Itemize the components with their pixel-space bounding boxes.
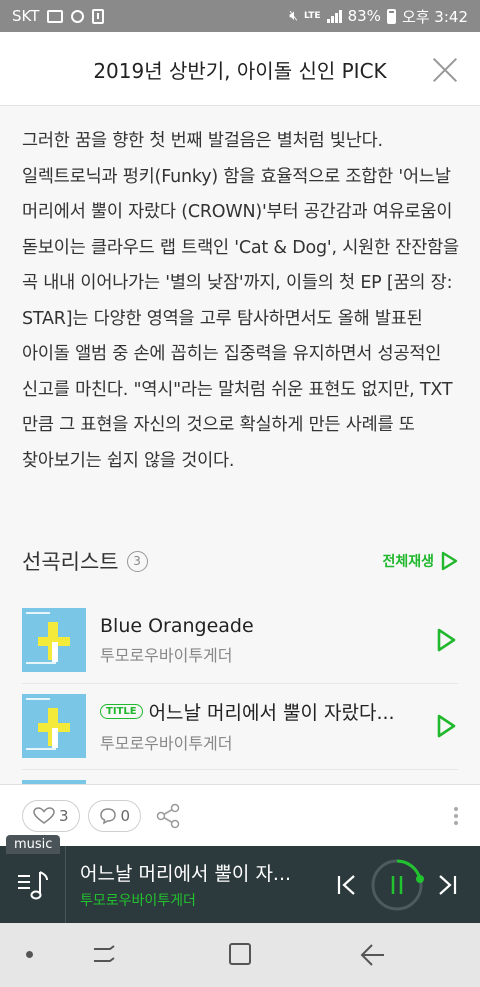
track-row[interactable]: Blue Orangeade 투모로우바이투게더 bbox=[22, 600, 458, 680]
track-title: TITLE 어느날 머리에서 뿔이 자랐다... bbox=[100, 698, 424, 725]
play-icon[interactable] bbox=[434, 713, 458, 739]
recent-apps-icon[interactable] bbox=[88, 941, 120, 969]
alert-icon bbox=[92, 8, 105, 24]
action-bar: 3 0 bbox=[0, 784, 480, 846]
comment-icon bbox=[99, 807, 116, 824]
comment-count: 0 bbox=[120, 806, 131, 825]
now-playing-title: 어느날 머리에서 뿔이 자... bbox=[80, 863, 292, 885]
home-icon[interactable] bbox=[224, 941, 256, 969]
like-count: 3 bbox=[59, 806, 69, 825]
comment-button[interactable]: 0 bbox=[87, 799, 142, 832]
album-art bbox=[22, 694, 86, 758]
track-artist: 투모로우바이투게더 bbox=[100, 734, 233, 753]
sync-icon bbox=[71, 9, 85, 23]
player-menu-button[interactable] bbox=[0, 846, 66, 923]
play-all-label: 전체재생 bbox=[382, 554, 434, 570]
play-all-button[interactable]: 전체재생 bbox=[382, 551, 458, 571]
carrier-label: SKT bbox=[12, 7, 40, 25]
page-title: 2019년 상반기, 아이돌 신인 PICK bbox=[93, 59, 387, 83]
network-label: LTE bbox=[304, 10, 321, 21]
next-track-icon[interactable] bbox=[432, 870, 462, 900]
battery-percent: 83% bbox=[347, 7, 381, 25]
playlist-music-icon bbox=[17, 870, 48, 899]
track-artist: 투모로우바이투게더 bbox=[100, 645, 233, 665]
signal-icon bbox=[326, 9, 342, 23]
share-icon[interactable] bbox=[153, 801, 183, 831]
album-art bbox=[22, 608, 86, 672]
divider bbox=[22, 683, 458, 684]
battery-icon bbox=[386, 8, 396, 24]
mute-icon: 🔇︎ bbox=[289, 8, 299, 24]
track-title-text: 어느날 머리에서 뿔이 자랐다... bbox=[148, 702, 395, 724]
like-button[interactable]: 3 bbox=[22, 799, 80, 832]
divider bbox=[22, 769, 458, 770]
play-icon bbox=[440, 551, 458, 571]
music-tag: music bbox=[6, 835, 61, 854]
gallery-icon bbox=[47, 9, 64, 23]
heart-icon bbox=[33, 806, 55, 824]
nav-dot-icon bbox=[26, 951, 33, 958]
header: 2019년 상반기, 아이돌 신인 PICK bbox=[0, 32, 480, 106]
play-icon[interactable] bbox=[434, 627, 458, 653]
more-options-icon[interactable] bbox=[454, 806, 458, 825]
previous-track-icon[interactable] bbox=[332, 870, 362, 900]
track-row[interactable]: TITLE 어느날 머리에서 뿔이 자랐다... 투모로우바이투게더 bbox=[22, 686, 458, 766]
back-icon[interactable] bbox=[356, 941, 388, 969]
title-badge: TITLE bbox=[100, 704, 143, 719]
track-title: Blue Orangeade bbox=[100, 615, 424, 637]
close-icon[interactable] bbox=[428, 52, 462, 86]
tracklist-title: 선곡리스트 bbox=[22, 550, 119, 574]
pause-button[interactable] bbox=[370, 858, 424, 912]
mini-player[interactable]: 어느날 머리에서 뿔이 자... 투모로우바이투게더 bbox=[0, 846, 480, 923]
now-playing-artist: 투모로우바이투게더 bbox=[80, 893, 196, 909]
description-text: 그러한 꿈을 향한 첫 번째 발걸음은 별처럼 빛난다. 일렉트로닉과 펑키(F… bbox=[22, 131, 459, 471]
system-nav-bar bbox=[0, 923, 480, 987]
track-title-text: Blue Orangeade bbox=[100, 614, 254, 637]
track-count-badge: 3 bbox=[126, 550, 148, 572]
status-bar: SKT 🔇︎ LTE 83% 오후 3:42 bbox=[0, 0, 480, 32]
clock: 오후 3:42 bbox=[401, 7, 468, 26]
tracklist-header: 선곡리스트 3 전체재생 bbox=[22, 546, 458, 576]
